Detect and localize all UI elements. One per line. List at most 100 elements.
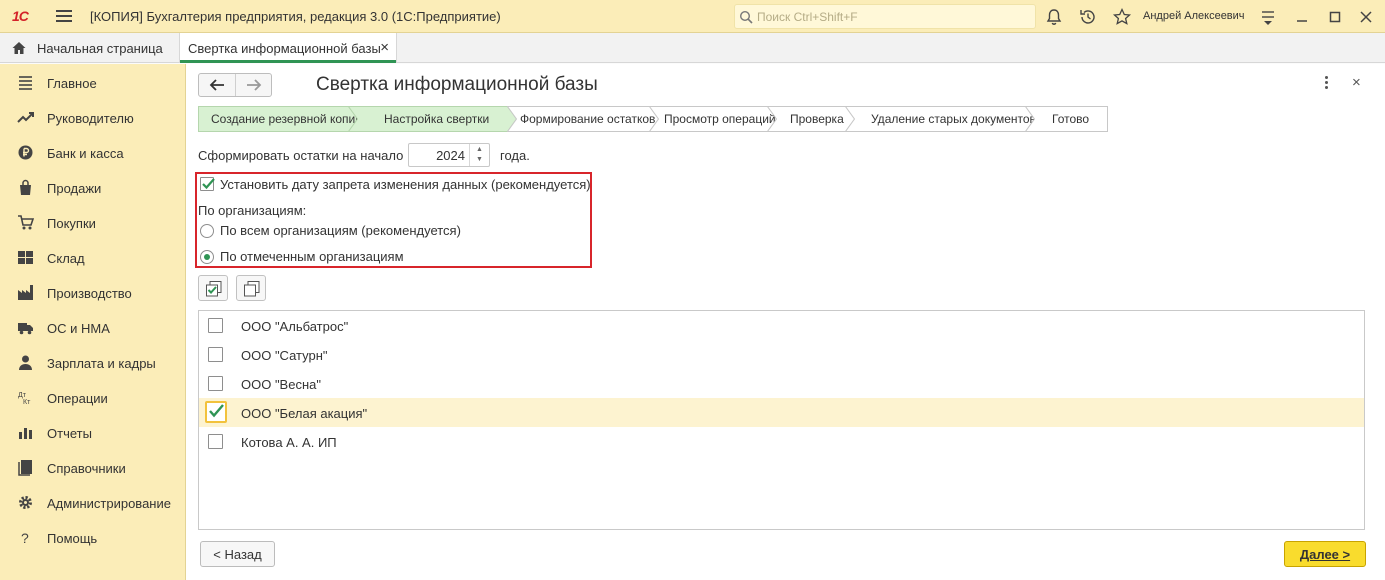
search-icon bbox=[739, 10, 753, 24]
next-button[interactable]: Далее > bbox=[1284, 541, 1366, 567]
radio-marked-orgs[interactable] bbox=[200, 250, 214, 264]
forward-nav-button[interactable] bbox=[235, 74, 271, 96]
step-backup[interactable]: Создание резервной копии bbox=[198, 106, 362, 132]
step-label: Формирование остатков bbox=[520, 112, 656, 126]
sidebar-item-sales[interactable]: Продажи bbox=[0, 170, 186, 205]
org-checkbox[interactable] bbox=[208, 434, 223, 449]
minimize-icon[interactable] bbox=[1292, 7, 1312, 27]
sidebar-item-bank[interactable]: Банк и касса bbox=[0, 135, 186, 170]
sidebar-item-help[interactable]: ? Помощь bbox=[0, 520, 186, 555]
search-placeholder: Поиск Ctrl+Shift+F bbox=[757, 10, 858, 24]
radio-all-orgs-label[interactable]: По всем организациям (рекомендуется) bbox=[220, 223, 461, 238]
search-input[interactable]: Поиск Ctrl+Shift+F bbox=[734, 4, 1036, 29]
back-nav-button[interactable] bbox=[199, 74, 235, 96]
step-label: Проверка bbox=[790, 112, 844, 126]
step-label: Удаление старых документов bbox=[871, 112, 1036, 126]
sidebar-item-label: Операции bbox=[47, 391, 108, 406]
tab-close-icon[interactable]: × bbox=[380, 39, 389, 56]
step-label: Просмотр операций bbox=[664, 112, 776, 126]
step-settings[interactable]: Настройка свертки bbox=[348, 106, 517, 132]
app-logo[interactable]: 1С bbox=[12, 8, 29, 24]
active-tab-indicator bbox=[180, 60, 396, 63]
org-checkbox[interactable] bbox=[208, 347, 223, 362]
form-close-icon[interactable]: × bbox=[1352, 74, 1361, 91]
bell-icon[interactable] bbox=[1044, 7, 1064, 27]
sidebar-item-label: Производство bbox=[47, 286, 132, 301]
tab-infobase-compression[interactable]: Свертка информационной базы × bbox=[179, 33, 397, 63]
sidebar-item-fixed-assets[interactable]: ОС и НМА bbox=[0, 310, 186, 345]
sidebar-item-label: Покупки bbox=[47, 216, 96, 231]
sidebar-item-salary[interactable]: Зарплата и кадры bbox=[0, 345, 186, 380]
sidebar-item-purchases[interactable]: Покупки bbox=[0, 205, 186, 240]
more-actions-icon[interactable] bbox=[1322, 76, 1332, 94]
sidebar-item-label: Продажи bbox=[47, 181, 102, 196]
close-icon[interactable] bbox=[1356, 7, 1376, 27]
form-panel: Свертка информационной базы × Создание р… bbox=[186, 64, 1385, 580]
org-name: Котова А. А. ИП bbox=[241, 435, 337, 450]
table-row[interactable]: ООО "Весна" bbox=[199, 369, 1364, 398]
shopping-bag-icon bbox=[20, 179, 31, 195]
organizations-table[interactable]: ООО "Альбатрос" ООО "Сатурн" ООО "Весна"… bbox=[198, 310, 1365, 530]
user-name[interactable]: Андрей Алексеевич bbox=[1143, 10, 1245, 22]
step-label: Создание резервной копии bbox=[211, 112, 362, 126]
person-icon bbox=[19, 355, 32, 370]
history-icon[interactable] bbox=[1078, 7, 1098, 27]
step-check[interactable]: Проверка bbox=[767, 106, 855, 132]
step-view-operations[interactable]: Просмотр операций bbox=[649, 106, 777, 132]
table-row[interactable]: ООО "Альбатрос" bbox=[199, 311, 1364, 340]
year-stepper[interactable]: 2024 ▲ ▼ bbox=[408, 143, 490, 167]
tab-home[interactable]: Начальная страница bbox=[0, 33, 175, 63]
sidebar-item-production[interactable]: Производство bbox=[0, 275, 186, 310]
settings-menu-icon[interactable] bbox=[1258, 7, 1278, 27]
org-checkbox[interactable] bbox=[205, 401, 227, 423]
truck-icon bbox=[18, 323, 33, 335]
sidebar-item-label: Зарплата и кадры bbox=[47, 356, 156, 371]
step-delete-documents[interactable]: Удаление старых документов bbox=[845, 106, 1036, 132]
sidebar-item-main[interactable]: Главное bbox=[0, 65, 186, 100]
back-button[interactable]: < Назад bbox=[200, 541, 275, 567]
coin-icon bbox=[18, 145, 33, 160]
book-icon bbox=[18, 460, 32, 476]
table-row-selected[interactable]: ООО "Белая акация" bbox=[199, 398, 1364, 427]
svg-text:Кт: Кт bbox=[23, 399, 31, 406]
sidebar-item-label: Помощь bbox=[47, 531, 98, 546]
step-done[interactable]: Готово bbox=[1025, 106, 1109, 132]
back-button-label: < Назад bbox=[213, 547, 262, 562]
radio-marked-orgs-label[interactable]: По отмеченным организациям bbox=[220, 249, 404, 264]
checkmark-icon bbox=[209, 404, 224, 418]
next-button-label: Далее > bbox=[1299, 547, 1351, 562]
org-checkbox[interactable] bbox=[208, 318, 223, 333]
history-nav bbox=[198, 73, 272, 97]
table-row[interactable]: Котова А. А. ИП bbox=[199, 427, 1364, 456]
step-balances[interactable]: Формирование остатков bbox=[507, 106, 659, 132]
step-label: Готово bbox=[1052, 112, 1090, 126]
lock-date-checkbox[interactable] bbox=[200, 177, 215, 191]
org-checkbox[interactable] bbox=[208, 376, 223, 391]
sidebar-item-warehouse[interactable]: Склад bbox=[0, 240, 186, 275]
star-icon[interactable] bbox=[1112, 7, 1132, 27]
spin-down-icon[interactable]: ▼ bbox=[476, 156, 483, 163]
sidebar-item-catalogs[interactable]: Справочники bbox=[0, 450, 186, 485]
maximize-icon[interactable] bbox=[1325, 7, 1345, 27]
uncheck-all-icon bbox=[244, 281, 260, 297]
radio-all-orgs[interactable] bbox=[200, 224, 214, 238]
sidebar-item-label: Отчеты bbox=[47, 426, 92, 441]
sidebar-item-manager[interactable]: Руководителю bbox=[0, 100, 186, 135]
sidebar-item-reports[interactable]: Отчеты bbox=[0, 415, 186, 450]
tabs-bar: Начальная страница Свертка информационно… bbox=[0, 33, 1385, 63]
main-menu-icon[interactable] bbox=[56, 10, 72, 22]
gear-icon bbox=[19, 496, 32, 509]
arrow-left-icon bbox=[209, 79, 224, 91]
main-menu-icon bbox=[19, 76, 32, 90]
sidebar-item-label: Администрирование bbox=[47, 496, 171, 511]
uncheck-all-button[interactable] bbox=[236, 275, 266, 301]
table-row[interactable]: ООО "Сатурн" bbox=[199, 340, 1364, 369]
year-spin-buttons[interactable]: ▲ ▼ bbox=[469, 144, 489, 166]
spin-up-icon[interactable]: ▲ bbox=[476, 146, 483, 153]
check-all-button[interactable] bbox=[198, 275, 228, 301]
step-label: Настройка свертки bbox=[384, 112, 490, 126]
lock-date-label[interactable]: Установить дату запрета изменения данных… bbox=[220, 177, 591, 192]
sidebar-item-label: ОС и НМА bbox=[47, 321, 110, 336]
sidebar-item-administration[interactable]: Администрирование bbox=[0, 485, 186, 520]
sidebar-item-operations[interactable]: Дт Кт Операции bbox=[0, 380, 186, 415]
